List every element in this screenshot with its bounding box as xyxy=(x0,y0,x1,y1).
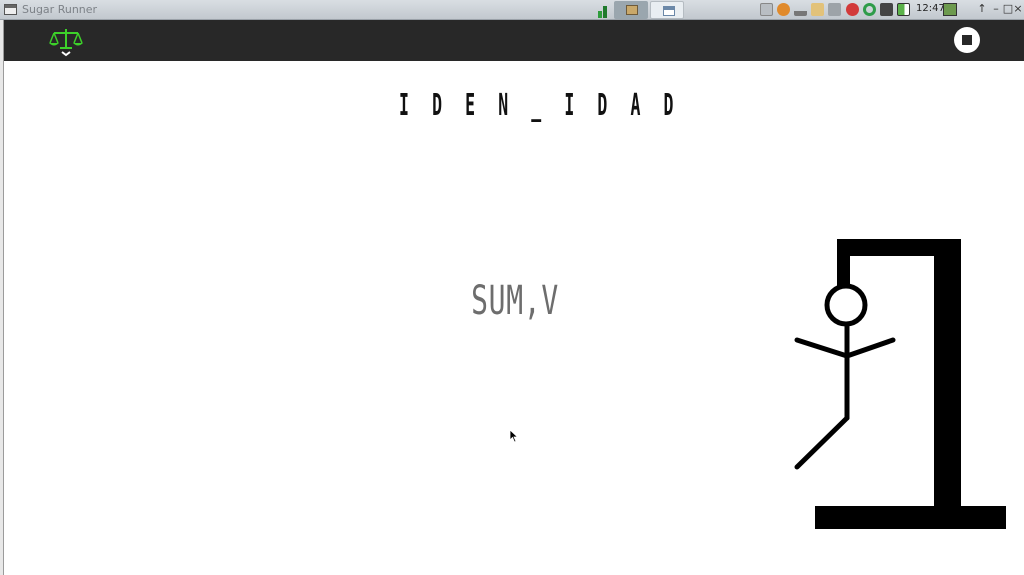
close-icon[interactable]: × xyxy=(1012,2,1024,15)
disabled-icon[interactable] xyxy=(777,3,790,16)
hangman-left-leg xyxy=(794,415,850,470)
gallows-beam xyxy=(837,239,961,256)
taskbar-image-app-button[interactable] xyxy=(614,1,648,19)
gallows-base xyxy=(815,506,1006,529)
battery-icon[interactable] xyxy=(897,3,910,16)
lock-icon[interactable] xyxy=(760,3,773,16)
scales-icon[interactable] xyxy=(48,26,84,58)
sync-icon[interactable] xyxy=(863,3,876,16)
folder-icon[interactable] xyxy=(811,3,824,16)
stop-icon xyxy=(962,35,972,45)
secret-word-display: I D E N _ I D A D xyxy=(399,88,681,123)
window-title: Sugar Runner xyxy=(22,3,98,16)
record-icon[interactable] xyxy=(846,3,859,16)
stop-button[interactable] xyxy=(954,27,980,53)
hangman-drawing xyxy=(794,239,1006,529)
terminal-icon[interactable] xyxy=(880,3,893,16)
gallows-post xyxy=(934,239,961,507)
activity-toolbar xyxy=(4,20,1024,61)
volume-icon[interactable] xyxy=(828,3,841,16)
image-app-icon xyxy=(626,5,638,15)
taskbar-window-button[interactable] xyxy=(650,1,684,19)
hangman-head xyxy=(824,283,868,327)
window-icon xyxy=(4,4,17,15)
up-arrow-icon[interactable]: ↑ xyxy=(976,2,988,15)
wrong-letters-display: SUM,V xyxy=(471,278,559,324)
wifi-signal-icon[interactable] xyxy=(794,3,807,16)
hangman-left-arm xyxy=(794,337,850,359)
window-left-edge xyxy=(0,20,4,575)
system-tray xyxy=(760,3,910,17)
window-task-icon xyxy=(663,6,675,16)
os-title-bar: Sugar Runner 12:47 ↑ – □ × xyxy=(0,0,1024,20)
mouse-cursor-icon xyxy=(509,429,519,443)
image-viewer-icon[interactable] xyxy=(943,3,957,16)
gallows-rope xyxy=(837,239,850,286)
clock[interactable]: 12:47 xyxy=(916,3,945,14)
hangman-right-arm xyxy=(844,337,896,359)
minimize-icon[interactable]: – xyxy=(990,2,1002,15)
network-activity-icon[interactable] xyxy=(598,4,610,18)
